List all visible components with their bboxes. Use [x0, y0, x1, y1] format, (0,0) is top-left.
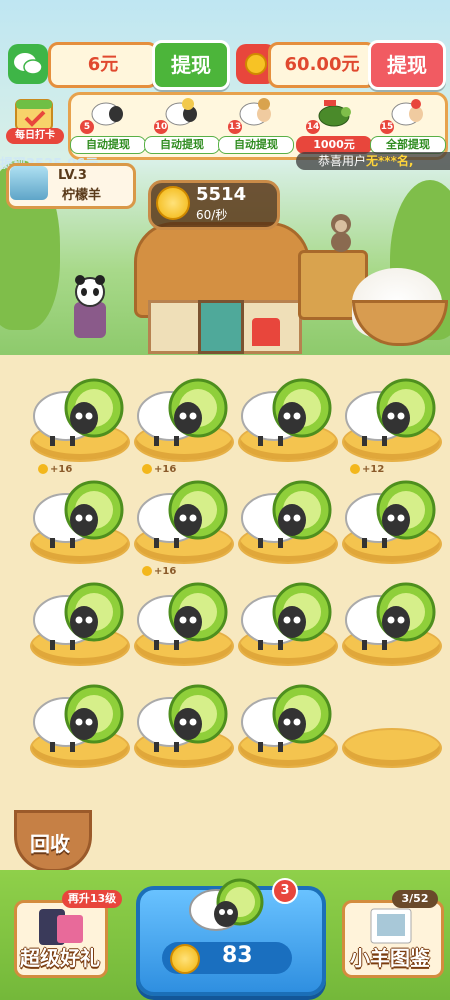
wechat-icon: [8, 44, 48, 84]
coin-bonus-amount: +12: [362, 464, 385, 475]
sheep-slot[interactable]: +16: [28, 464, 130, 564]
cash-balance: 60.00元: [268, 42, 376, 88]
coin-bonus: +16: [142, 464, 176, 475]
sheep-icon: [165, 98, 197, 126]
coin-icon: [142, 464, 152, 474]
reward-level: 5: [80, 120, 94, 134]
sheep-slot[interactable]: [236, 576, 338, 666]
lemon-sheep-icon: [33, 684, 124, 752]
sheep-slot[interactable]: +12: [340, 464, 442, 564]
reward-label: 自动提现: [70, 136, 146, 154]
congrats-ticker: 恭喜用户无***名,: [296, 152, 450, 170]
reward-level: 13: [228, 120, 242, 134]
level-sheep-name: 柠檬羊: [62, 188, 102, 203]
coin-rate: 60/秒: [196, 208, 228, 222]
sheep-slot[interactable]: [28, 576, 130, 666]
coin-bonus: +16: [38, 464, 72, 475]
lemon-sheep-icon: [33, 378, 124, 446]
withdraw-button-left[interactable]: 提现: [152, 40, 230, 90]
empty-slot[interactable]: [340, 678, 442, 768]
cash-balance-amount: 60.00元: [284, 54, 360, 75]
sheep-icon: [91, 102, 123, 126]
sheep-slot[interactable]: [132, 678, 234, 768]
sheep-slot[interactable]: [236, 372, 338, 462]
recycle-label: 回收: [30, 832, 70, 856]
house-door: [198, 300, 244, 354]
reward-item[interactable]: 13 自动提现: [218, 96, 294, 156]
lemon-sheep-icon: [189, 878, 264, 931]
sheep-slot[interactable]: [28, 372, 130, 462]
coin-icon: [156, 186, 190, 220]
coin-bonus: +12: [350, 464, 384, 475]
congrats-user: 无***名,: [366, 154, 414, 168]
reward-level: 15: [380, 120, 394, 134]
phone-gift-icon: [39, 909, 83, 945]
doghouse: [252, 318, 280, 346]
lemon-sheep-icon: [137, 378, 228, 446]
buy-price: 83: [222, 943, 253, 968]
lemon-sheep-icon: [137, 480, 228, 548]
sheep-slot[interactable]: [132, 372, 234, 462]
panda-icon: [74, 275, 106, 338]
photo-album-icon: [370, 908, 412, 944]
buy-sheep-button[interactable]: [136, 878, 326, 996]
sheep-icon: [239, 98, 271, 126]
gift-label: 超级好礼: [20, 946, 100, 970]
coin-total: 5514: [196, 184, 247, 205]
lemon-sheep-icon: [241, 582, 332, 650]
buy-count-badge: 3: [272, 878, 298, 904]
lemon-sheep-icon: [137, 684, 228, 752]
gift-level-badge: 再升13级: [62, 890, 122, 908]
lemon-sheep-icon: [137, 582, 228, 650]
sheep-slot[interactable]: [28, 678, 130, 768]
reward-item[interactable]: 5 自动提现: [70, 96, 146, 156]
lemon-sheep-icon: [33, 480, 124, 548]
coin-icon: [142, 566, 152, 576]
sheep-slot[interactable]: +16: [132, 566, 234, 666]
lemon-sheep-icon: [241, 378, 332, 446]
coin-bonus-amount: +16: [154, 464, 177, 475]
reward-label: 自动提现: [144, 136, 220, 154]
lemon-sheep-icon: [345, 582, 436, 650]
reward-label: 自动提现: [218, 136, 294, 154]
reward-level: 10: [154, 120, 168, 134]
sheep-slot[interactable]: [236, 474, 338, 564]
lemon-sheep-icon: [241, 480, 332, 548]
wechat-balance: 6元: [48, 42, 158, 88]
coin-bonus-amount: +16: [50, 464, 73, 475]
lemon-sheep-icon: [241, 684, 332, 752]
coin-icon: [38, 464, 48, 474]
monkey-icon: [331, 214, 351, 252]
reward-item[interactable]: 14 1000元: [296, 96, 372, 156]
reward-item[interactable]: 10 自动提现: [144, 96, 220, 156]
guide-progress: 3/52: [392, 890, 438, 908]
reward-item[interactable]: 15 全部提现: [370, 96, 446, 156]
hay-nest: [342, 728, 442, 768]
lemon-sheep-icon: [345, 480, 436, 548]
guide-label: 小羊图鉴: [350, 946, 430, 970]
scenery-thumbnail: [10, 166, 48, 200]
congrats-prefix: 恭喜用户: [318, 154, 367, 168]
lemon-sheep-icon: [33, 582, 124, 650]
turtle-icon: [318, 100, 351, 127]
sheep-slot[interactable]: [340, 372, 442, 462]
daily-checkin-label: 每日打卡: [6, 128, 64, 144]
reward-level: 14: [306, 120, 320, 134]
sheep-slot[interactable]: [340, 576, 442, 666]
withdraw-button-right[interactable]: 提现: [368, 40, 446, 90]
coin-bonus-amount: +16: [154, 566, 177, 577]
coin-icon: [350, 464, 360, 474]
level-number: LV.3: [58, 168, 87, 183]
coin-bonus: +16: [142, 566, 176, 577]
lemon-sheep-icon: [345, 378, 436, 446]
wechat-balance-amount: 6元: [87, 54, 119, 75]
sheep-icon: [391, 99, 423, 126]
sheep-slot[interactable]: +16: [132, 464, 234, 564]
sheep-slot[interactable]: [236, 678, 338, 768]
coin-icon: [170, 944, 200, 974]
